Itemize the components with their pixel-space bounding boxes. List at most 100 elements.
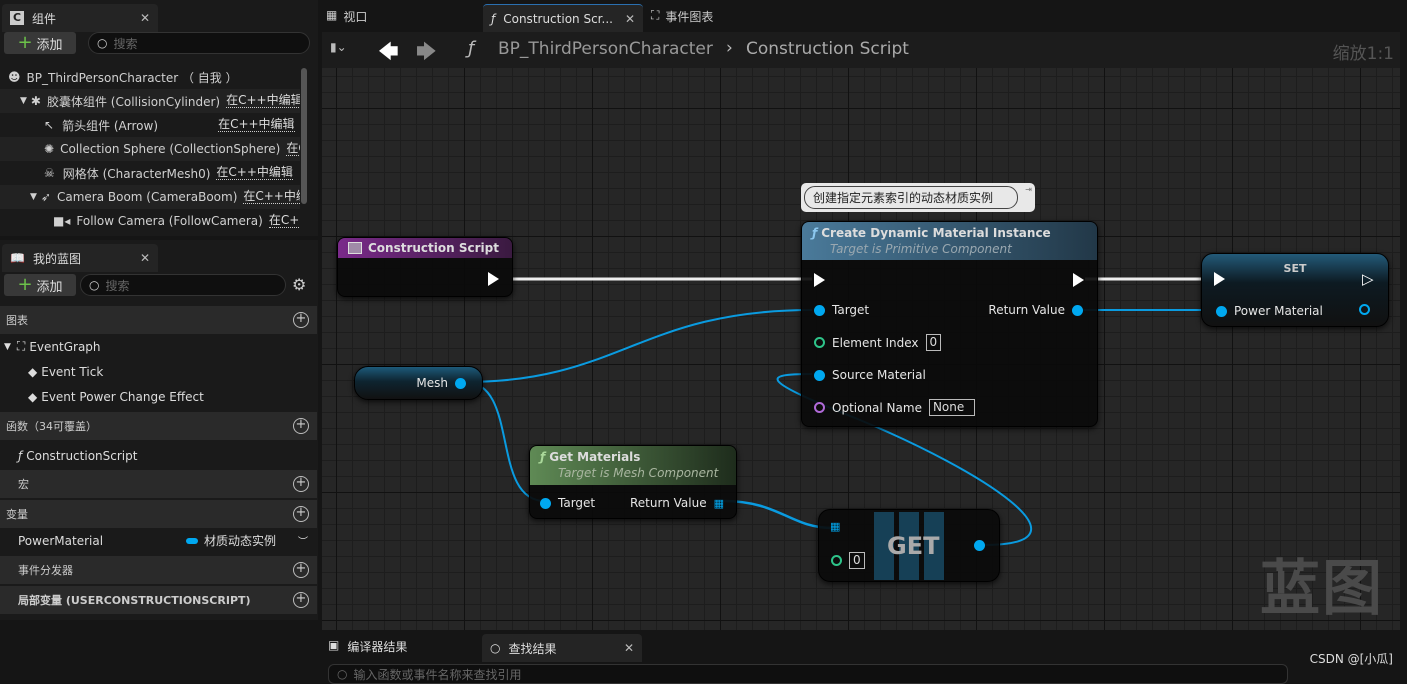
add-component-button[interactable]: + 添加: [4, 32, 76, 54]
section-functions[interactable]: 函数（34可覆盖） +: [0, 412, 317, 440]
get-materials-node[interactable]: ƒ Get Materials Target is Mesh Component T…: [529, 445, 737, 519]
return-value-pin[interactable]: [1072, 304, 1083, 316]
credit-text: CSDN @[小瓜]: [1309, 652, 1393, 666]
expand-arrow-icon[interactable]: ▼: [4, 342, 11, 352]
components-search-input[interactable]: ○ 搜索: [88, 32, 310, 54]
edit-in-cpp-link[interactable]: 在C++中编辑: [243, 190, 300, 204]
close-icon[interactable]: ✕: [625, 12, 635, 26]
create-dynamic-material-instance-node[interactable]: ƒ Create Dynamic Material Instance Target …: [801, 221, 1098, 427]
graph-icon: ⛶: [651, 8, 660, 22]
set-node[interactable]: SET ▷ Power Material: [1201, 253, 1389, 327]
section-variables[interactable]: 变量 +: [0, 500, 317, 528]
index-input[interactable]: 0: [849, 552, 865, 569]
add-function-button[interactable]: +: [293, 418, 309, 434]
tab-find-results[interactable]: ○ 查找结果 ✕: [482, 634, 642, 662]
graph-icon: ⛶: [16, 339, 26, 353]
breadcrumb-root[interactable]: BP_ThirdPersonCharacter: [498, 39, 713, 59]
optional-name-pin[interactable]: [814, 402, 825, 413]
add-graph-button[interactable]: +: [293, 312, 309, 328]
mesh-variable-node[interactable]: Mesh: [354, 366, 483, 400]
target-input-pin[interactable]: [540, 497, 551, 509]
eye-closed-icon[interactable]: ︶: [298, 533, 308, 548]
section-graphs[interactable]: 图表 +: [0, 306, 317, 334]
tree-item[interactable]: ☠ 网格体 (CharacterMesh0) 在C++中编辑: [0, 161, 300, 185]
breadcrumb-separator-icon: ›: [726, 38, 733, 58]
gear-icon[interactable]: ⚙: [292, 275, 306, 294]
blueprint-search-input[interactable]: ○ 搜索: [80, 274, 286, 296]
add-variable-button[interactable]: +: [293, 506, 309, 522]
optional-name-input[interactable]: None: [928, 399, 975, 416]
array-input-pin[interactable]: ▦: [830, 520, 840, 533]
exec-out-pin[interactable]: ▷: [1362, 270, 1374, 288]
power-material-output-pin[interactable]: [1359, 304, 1370, 315]
get-array-node[interactable]: GET ▦ 0: [818, 509, 1000, 582]
back-arrow-icon[interactable]: 🡄: [378, 37, 399, 71]
section-local-variables[interactable]: 局部变量 (USERCONSTRUCTIONSCRIPT) +: [0, 586, 317, 614]
add-macro-button[interactable]: +: [293, 476, 309, 492]
section-macros[interactable]: 宏 +: [0, 470, 317, 498]
add-button[interactable]: + 添加: [4, 274, 76, 296]
event-item[interactable]: ◆ Event Tick: [0, 359, 317, 384]
mesh-output-pin[interactable]: [455, 377, 466, 389]
spring-arm-icon: ➶: [40, 190, 51, 204]
comment-bubble[interactable]: 创建指定元素索引的动态材质实例 ⇥: [801, 183, 1035, 212]
tab-viewport[interactable]: ▦ 视口: [326, 8, 367, 25]
close-icon[interactable]: ✕: [140, 251, 150, 265]
tree-item[interactable]: ✺Collection Sphere (CollectionSphere)在C+…: [0, 137, 300, 161]
zoom-level: 缩放1:1: [1332, 44, 1394, 64]
edit-in-cpp-link[interactable]: 在C++中编辑: [268, 214, 300, 228]
close-icon[interactable]: ✕: [624, 641, 634, 655]
get-output-pin[interactable]: [974, 540, 985, 551]
event-item[interactable]: ◆ Event Power Change Effect: [0, 384, 317, 409]
tree-item[interactable]: ▼ ✱ 胶囊体组件 (CollisionCylinder) 在C++中编辑: [0, 89, 300, 113]
pin-comment-icon[interactable]: ⇥: [1025, 185, 1032, 194]
variable-type-pill: [186, 537, 198, 544]
camera-icon: ■◂: [53, 214, 71, 228]
exec-in-pin[interactable]: [814, 273, 825, 287]
power-material-input-pin[interactable]: [1216, 305, 1227, 317]
add-local-variable-button[interactable]: +: [293, 592, 309, 608]
expand-arrow-icon[interactable]: ▼: [30, 192, 37, 202]
scrollbar[interactable]: [301, 68, 307, 204]
close-icon[interactable]: ✕: [140, 11, 150, 25]
bottom-panel: ▣ 编译器结果 ○ 查找结果 ✕ ○ 输入函数或事件名称来查找引用 CSDN @[小瓜]: [322, 632, 1407, 684]
add-dispatcher-button[interactable]: +: [293, 562, 309, 578]
skeleton-icon: ☠: [44, 166, 55, 180]
edit-in-cpp-link[interactable]: 在C++中编辑: [216, 166, 293, 180]
tab-components[interactable]: C 组件 ✕: [2, 4, 158, 32]
edit-in-cpp-link[interactable]: 在C++中编辑: [226, 94, 300, 108]
event-icon: [348, 242, 362, 254]
array-pin-icon[interactable]: ▦: [714, 497, 724, 510]
element-index-input[interactable]: 0: [925, 334, 942, 351]
function-icon: ƒ: [18, 448, 23, 463]
event-graph-item[interactable]: ▼ ⛶ EventGraph: [0, 334, 317, 359]
tree-item[interactable]: ■◂Follow Camera (FollowCamera)在C++中编辑: [0, 209, 300, 233]
exec-out-pin[interactable]: [1073, 273, 1084, 287]
section-dispatchers[interactable]: 事件分发器 +: [0, 556, 317, 584]
tree-item[interactable]: ▼➶Camera Boom (CameraBoom)在C++中编辑: [0, 185, 300, 209]
target-input-pin[interactable]: [814, 304, 825, 316]
edit-in-cpp-link[interactable]: 在C++中编辑: [286, 142, 300, 156]
plus-icon: +: [17, 274, 33, 295]
edit-in-cpp-link[interactable]: 在C++中编辑: [218, 118, 295, 132]
search-icon: ○: [89, 278, 100, 292]
forward-arrow-icon[interactable]: 🡆: [416, 37, 437, 71]
element-index-pin[interactable]: [814, 337, 825, 348]
function-item[interactable]: ƒ ConstructionScript: [0, 443, 317, 468]
tab-compiler-results[interactable]: ▣ 编译器结果: [328, 638, 407, 655]
tab-my-blueprint[interactable]: 📖 我的蓝图 ✕: [2, 244, 158, 272]
tree-item[interactable]: ↖ 箭头组件 (Arrow) 在C++中编辑: [0, 113, 300, 137]
search-icon: ○: [97, 36, 108, 50]
tab-event-graph[interactable]: ⛶ 事件图表: [651, 8, 713, 25]
construction-script-node[interactable]: Construction Script: [337, 237, 513, 297]
tab-construction-script[interactable]: ƒ Construction Scr... ✕: [483, 4, 643, 32]
index-pin[interactable]: [831, 555, 842, 566]
exec-in-pin[interactable]: [1214, 272, 1225, 286]
exec-out-pin[interactable]: [488, 272, 499, 286]
variable-item[interactable]: PowerMaterial 材质动态实例 ︶: [0, 528, 317, 553]
find-references-input[interactable]: ○ 输入函数或事件名称来查找引用: [328, 664, 1288, 684]
bookmark-icon[interactable]: ▮⌄: [330, 40, 347, 54]
expand-arrow-icon[interactable]: ▼: [20, 96, 27, 106]
source-material-pin[interactable]: [814, 369, 825, 381]
tree-item[interactable]: ☻ BP_ThirdPersonCharacter （ 自我 ）: [0, 65, 300, 89]
